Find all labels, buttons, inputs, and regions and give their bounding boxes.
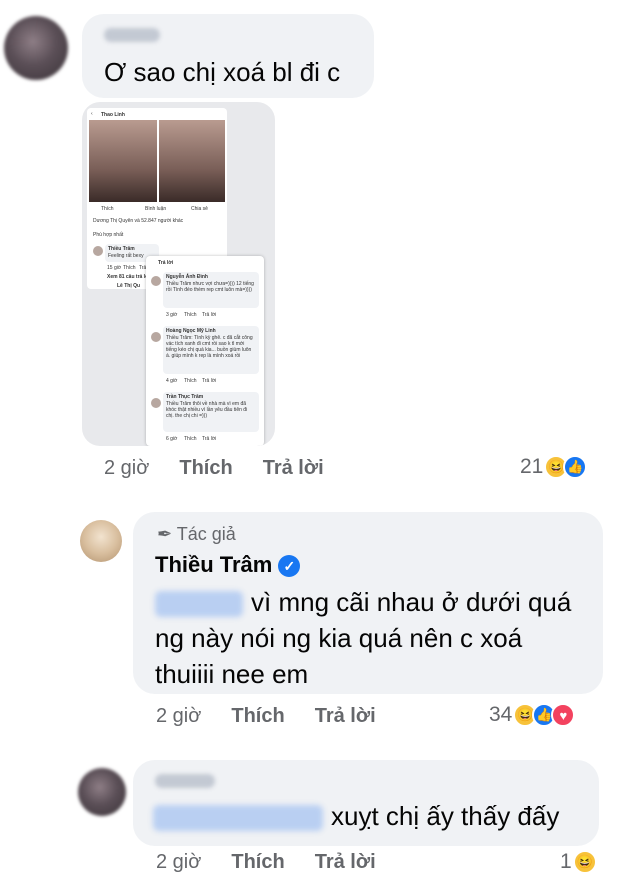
embedded-reply-text: Thiều Trâm: Tình kỳ ghê. c đã cắt công v… xyxy=(166,335,253,359)
author-badge: ✒ Tác giả xyxy=(157,524,236,545)
embedded-reply-text: Thiều Trâm thôi về nhà mà vì em đã khóc … xyxy=(166,401,248,419)
embedded-reply-name: Hoàng Ngọc Mỹ Linh xyxy=(166,328,216,334)
verified-badge-icon: ✓ xyxy=(278,555,301,578)
embedded-reply-meta: 3 giờ xyxy=(166,312,178,318)
embedded-action-share: Chia sẻ xyxy=(191,206,208,212)
pen-icon: ✒ xyxy=(157,524,173,544)
comment-attached-screenshot[interactable]: ‹ Thao Linh Thích Bình luận Chia sẻ Dươn… xyxy=(82,102,275,446)
embedded-sort: Phù hợp nhất xyxy=(93,232,124,238)
embedded-reply-avatar xyxy=(151,276,161,286)
embedded-comment-like: Thích xyxy=(123,265,136,271)
embedded-reply-bubble: Nguyễn Ánh Đình Thiều Trâm nhưc vợi chưa… xyxy=(163,272,259,308)
reaction-summary[interactable]: 34 😆 👍 ♥ xyxy=(489,703,576,727)
author-reply-line: thuiiii nee em xyxy=(155,659,309,689)
comment-time[interactable]: 2 giờ xyxy=(156,851,201,874)
like-button[interactable]: Thích xyxy=(231,851,284,874)
commenter-avatar[interactable] xyxy=(78,768,126,816)
embedded-reply-bubble: Trần Thục Trâm Thiều Trâm thôi về nhà mà… xyxy=(163,392,259,432)
embedded-reply-meta: 6 giờ xyxy=(166,436,178,442)
reply-button[interactable]: Trả lời xyxy=(263,457,324,480)
author-reply-text: vì mng cãi nhau ở dưới quá ng này nói ng… xyxy=(155,584,595,692)
author-badge-label: Tác giả xyxy=(176,524,236,544)
reaction-count: 1 xyxy=(560,850,572,873)
embedded-reply-avatar xyxy=(151,398,161,408)
embedded-reply-text: Thiều Trâm nhưc vợi chưa=)))) 12 tiếng r… xyxy=(166,281,254,293)
embedded-reply-meta: Thích xyxy=(184,312,197,318)
embedded-reply-meta: Trả lời xyxy=(202,378,217,384)
comment-meta-row: 2 giờ Thích Trả lời xyxy=(156,705,406,728)
author-reply-bubble: ✒ Tác giả Thiều Trâm ✓ vì mng cãi nhau ở … xyxy=(133,512,603,694)
comment-meta-row: 2 giờ Thích Trả lời xyxy=(156,851,406,874)
embedded-photo-2 xyxy=(159,120,225,202)
author-reply-line: ng này nói ng kia quá nên c xoá xyxy=(155,623,523,653)
author-name-row: Thiều Trâm ✓ xyxy=(155,552,301,578)
mention-blurred[interactable] xyxy=(153,805,323,832)
comment-bubble: xuỵt chị ấy thấy đấy xyxy=(133,760,599,846)
comment-text-row: xuỵt chị ấy thấy đấy xyxy=(153,798,559,834)
author-avatar[interactable] xyxy=(80,520,122,562)
embedded-reply-meta: Thích xyxy=(184,378,197,384)
embedded-photo-1 xyxy=(89,120,157,202)
reaction-count: 21 xyxy=(520,455,544,478)
reaction-summary[interactable]: 1 😆 xyxy=(560,850,597,874)
author-name[interactable]: Thiều Trâm xyxy=(155,552,272,577)
embedded-likes-line: Dương Thị Quyên và 52.847 người khác xyxy=(93,218,184,224)
embedded-comment-time: 15 giờ xyxy=(107,265,122,271)
embedded-reply-meta: Trả lời xyxy=(202,312,217,318)
author-reply-line: vì mng cãi nhau ở dưới quá xyxy=(251,587,572,617)
embedded-reply-name: Lê Thị Qu xyxy=(117,283,141,289)
commenter-name-blurred[interactable] xyxy=(104,28,160,42)
embedded-reply-meta: 4 giờ xyxy=(166,378,178,384)
comment-meta-row: 2 giờ Thích Trả lời xyxy=(104,457,354,480)
reply-button[interactable]: Trả lời xyxy=(315,705,376,728)
embedded-reply-bubble: Hoàng Ngọc Mỹ Linh Thiều Trâm: Tình kỳ g… xyxy=(163,326,259,374)
embedded-back-icon: ‹ xyxy=(91,111,93,117)
embedded-reply-meta: Trả lời xyxy=(202,436,217,442)
like-button[interactable]: Thích xyxy=(231,705,284,728)
embedded-comment-name: Thiều Trâm xyxy=(108,246,135,252)
comment-time[interactable]: 2 giờ xyxy=(104,457,149,480)
embedded-comment-text: Feeling rất bexy xyxy=(108,253,144,259)
comment-time[interactable]: 2 giờ xyxy=(156,705,201,728)
embedded-action-like: Thích xyxy=(101,206,114,212)
like-icon: 👍 xyxy=(563,455,588,479)
embedded-replies-card: Trả lời Nguyễn Ánh Đình Thiều Trâm nhưc … xyxy=(146,256,264,446)
embedded-reply-name: Trần Thục Trâm xyxy=(166,394,204,400)
haha-icon: 😆 xyxy=(572,850,597,874)
embedded-replies-header: Trả lời xyxy=(158,260,174,266)
embedded-avatar xyxy=(93,246,103,256)
like-button[interactable]: Thích xyxy=(179,457,232,480)
comment-bubble: Ơ sao chị xoá bl đi c xyxy=(82,14,374,98)
reply-button[interactable]: Trả lời xyxy=(315,851,376,874)
commenter-avatar[interactable] xyxy=(4,16,68,80)
mention-blurred[interactable] xyxy=(155,591,243,618)
comment-text: Ơ sao chị xoá bl đi c xyxy=(104,57,341,87)
reaction-summary[interactable]: 21 😆 👍 xyxy=(520,455,588,479)
embedded-reply-avatar xyxy=(151,332,161,342)
love-icon: ♥ xyxy=(551,703,576,727)
embedded-profile-name: Thao Linh xyxy=(101,112,125,118)
commenter-name-blurred[interactable] xyxy=(155,774,215,788)
embedded-action-comment: Bình luận xyxy=(145,206,167,212)
embedded-reply-name: Nguyễn Ánh Đình xyxy=(166,274,208,280)
comment-text: xuỵt chị ấy thấy đấy xyxy=(331,801,560,831)
embedded-reply-meta: Thích xyxy=(184,436,197,442)
reaction-count: 34 xyxy=(489,703,513,726)
